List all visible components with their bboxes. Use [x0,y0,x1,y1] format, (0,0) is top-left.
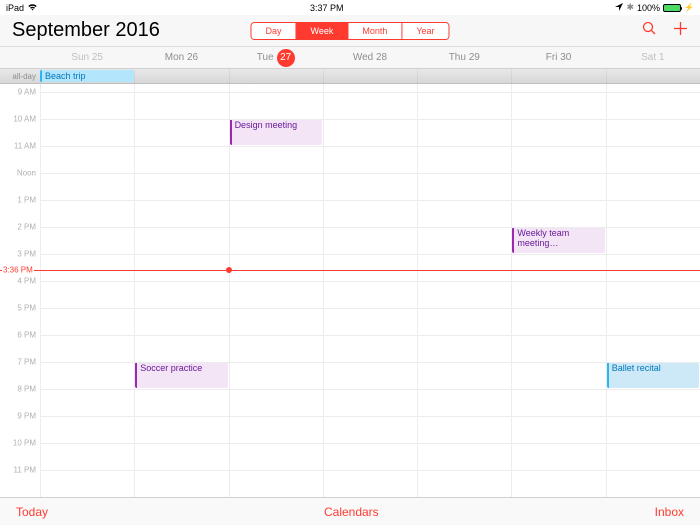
now-line [0,270,700,271]
search-icon[interactable] [642,21,657,41]
calendars-button[interactable]: Calendars [324,505,379,519]
add-event-icon[interactable] [673,21,688,41]
allday-event[interactable]: Beach trip [40,70,134,82]
hour-label: 1 PM [17,196,36,205]
hour-label: 3 PM [17,250,36,259]
inbox-button[interactable]: Inbox [655,505,684,519]
hour-label: 7 PM [17,358,36,367]
hour-label: 6 PM [17,331,36,340]
allday-label: all-day [0,69,40,83]
hour-label: 2 PM [17,223,36,232]
hour-label: 10 PM [13,439,36,448]
charging-icon: ⚡ [684,3,694,12]
day-header[interactable]: Wed 28 [323,47,417,68]
header: September 2016 DayWeekMonthYear [0,15,700,47]
day-headers: Sun 25Mon 26Tue27Wed 28Thu 29Fri 30Sat 1 [0,47,700,69]
hour-label: 8 PM [17,385,36,394]
hour-label: 11 AM [14,142,36,151]
calendar-event[interactable]: Ballet recital [607,362,699,388]
battery-pct: 100% [637,3,660,13]
hour-label: 10 AM [13,115,36,124]
now-dot [226,267,232,273]
day-header[interactable]: Fri 30 [511,47,605,68]
day-header[interactable]: Thu 29 [417,47,511,68]
hour-label: 11 PM [13,466,36,475]
day-header[interactable]: Sat 1 [606,47,700,68]
day-header[interactable]: Mon 26 [134,47,228,68]
wifi-icon [27,3,38,13]
title-year: 2016 [115,19,160,41]
status-bar: iPad 3:37 PM ✱ 100% ⚡ [0,0,700,15]
view-year[interactable]: Year [402,23,448,39]
today-indicator: 27 [277,49,295,67]
toolbar: Today Calendars Inbox [0,497,700,525]
hour-label: 9 AM [18,88,36,97]
battery-icon [663,4,681,12]
hour-label: 5 PM [17,304,36,313]
view-month[interactable]: Month [348,23,402,39]
hour-label: 9 PM [17,412,36,421]
calendar-event[interactable]: Soccer practice [135,362,227,388]
calendar-event[interactable]: Weekly team meeting… [512,227,604,253]
calendar-grid[interactable]: 9 AM 10 AM 11 AM Noon 1 PM 2 PM 3 PM 4 PM 5 PM 6 … [0,84,700,497]
day-header[interactable]: Tue27 [229,47,323,68]
calendar-event[interactable]: Design meeting [230,119,322,145]
status-time: 3:37 PM [310,3,344,13]
title-month: September [12,19,110,41]
view-day[interactable]: Day [251,23,296,39]
location-icon [615,3,623,13]
page-title: September 2016 [12,19,160,42]
view-segmented-control: DayWeekMonthYear [250,22,449,40]
device-label: iPad [6,3,24,13]
day-header[interactable]: Sun 25 [40,47,134,68]
view-week[interactable]: Week [296,23,348,39]
allday-row: all-day Beach trip [0,69,700,84]
today-button[interactable]: Today [16,505,48,519]
hour-label: Noon [17,169,36,178]
hour-label: 4 PM [17,277,36,286]
bluetooth-icon: ✱ [626,2,634,13]
now-time-label: 3:36 PM [2,266,34,275]
